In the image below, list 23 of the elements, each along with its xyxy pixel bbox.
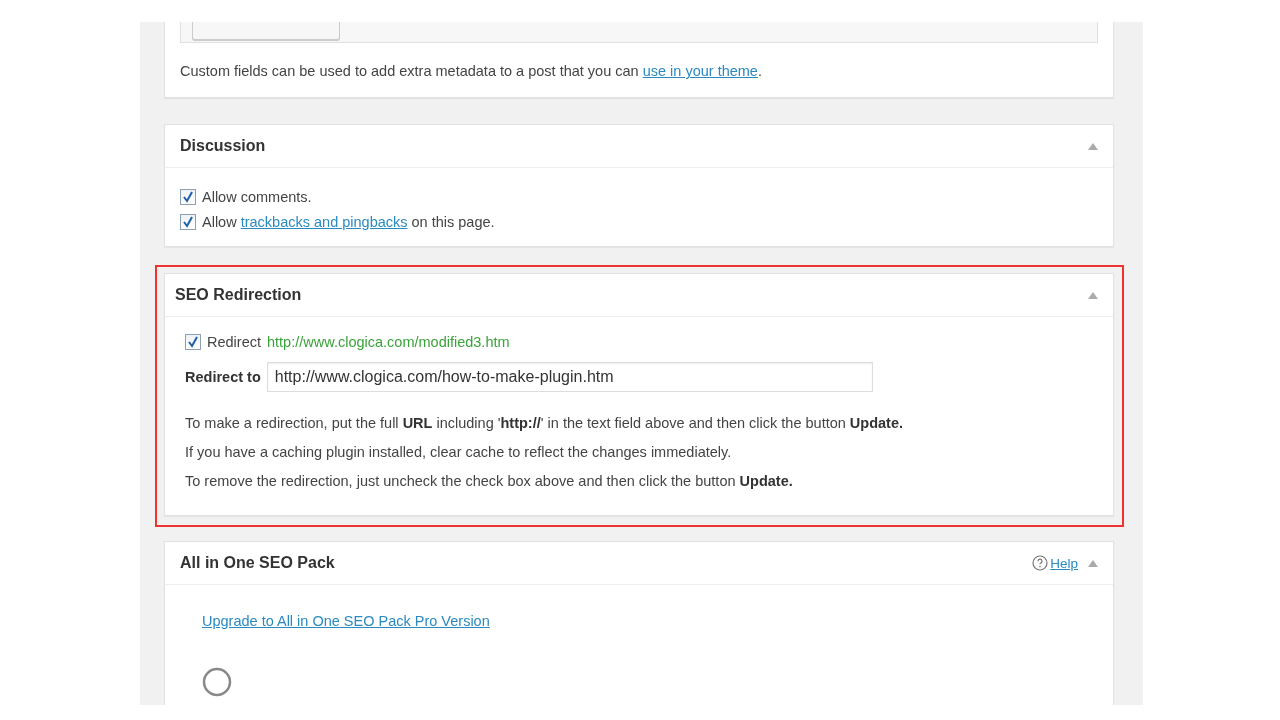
collapse-arrow-icon[interactable] (1088, 291, 1098, 299)
checkbox-label: Allow trackbacks and pingbacks on this page. (202, 213, 495, 230)
redirect-url: http://www.clogica.com/modified3.htm (267, 333, 510, 350)
collapse-arrow-icon[interactable] (1088, 559, 1098, 567)
checkbox-label: Redirect (207, 333, 261, 350)
instruction-text: To make a redirection, put the full URL including 'http://' in the text field above and then click the button Update. (185, 414, 905, 433)
checkbox-label: Allow comments. (202, 188, 312, 205)
theme-link[interactable]: use in your theme (642, 63, 758, 79)
panel-title: SEO Redirection (175, 286, 303, 304)
collapse-arrow-icon[interactable] (1088, 142, 1098, 150)
instruction-text: If you have a caching plugin installed, clear cache to reflect the changes immediately. (185, 443, 733, 462)
trackbacks-link[interactable]: trackbacks and pingbacks (240, 213, 408, 230)
panel-title: Discussion (180, 137, 267, 155)
panel-title: All in One SEO Pack (180, 554, 336, 572)
upgrade-link[interactable]: Upgrade to All in One SEO Pack Pro Version (202, 613, 490, 629)
checkbox[interactable] (180, 188, 196, 205)
redirect-url-field[interactable]: http://www.clogica.com/how-to-make-plugin.htm (266, 362, 873, 392)
checkbox[interactable] (180, 213, 196, 230)
custom-fields-note: Custom fields can be used to add extra metadata to a post that you can use in your theme. (180, 62, 763, 81)
checkbox[interactable] (185, 333, 201, 350)
field-label: Redirect to (185, 369, 261, 385)
instruction-text: To remove the redirection, just uncheck the check box above and then click the button Update. (185, 472, 794, 491)
help-link[interactable]: Help (1050, 555, 1078, 571)
